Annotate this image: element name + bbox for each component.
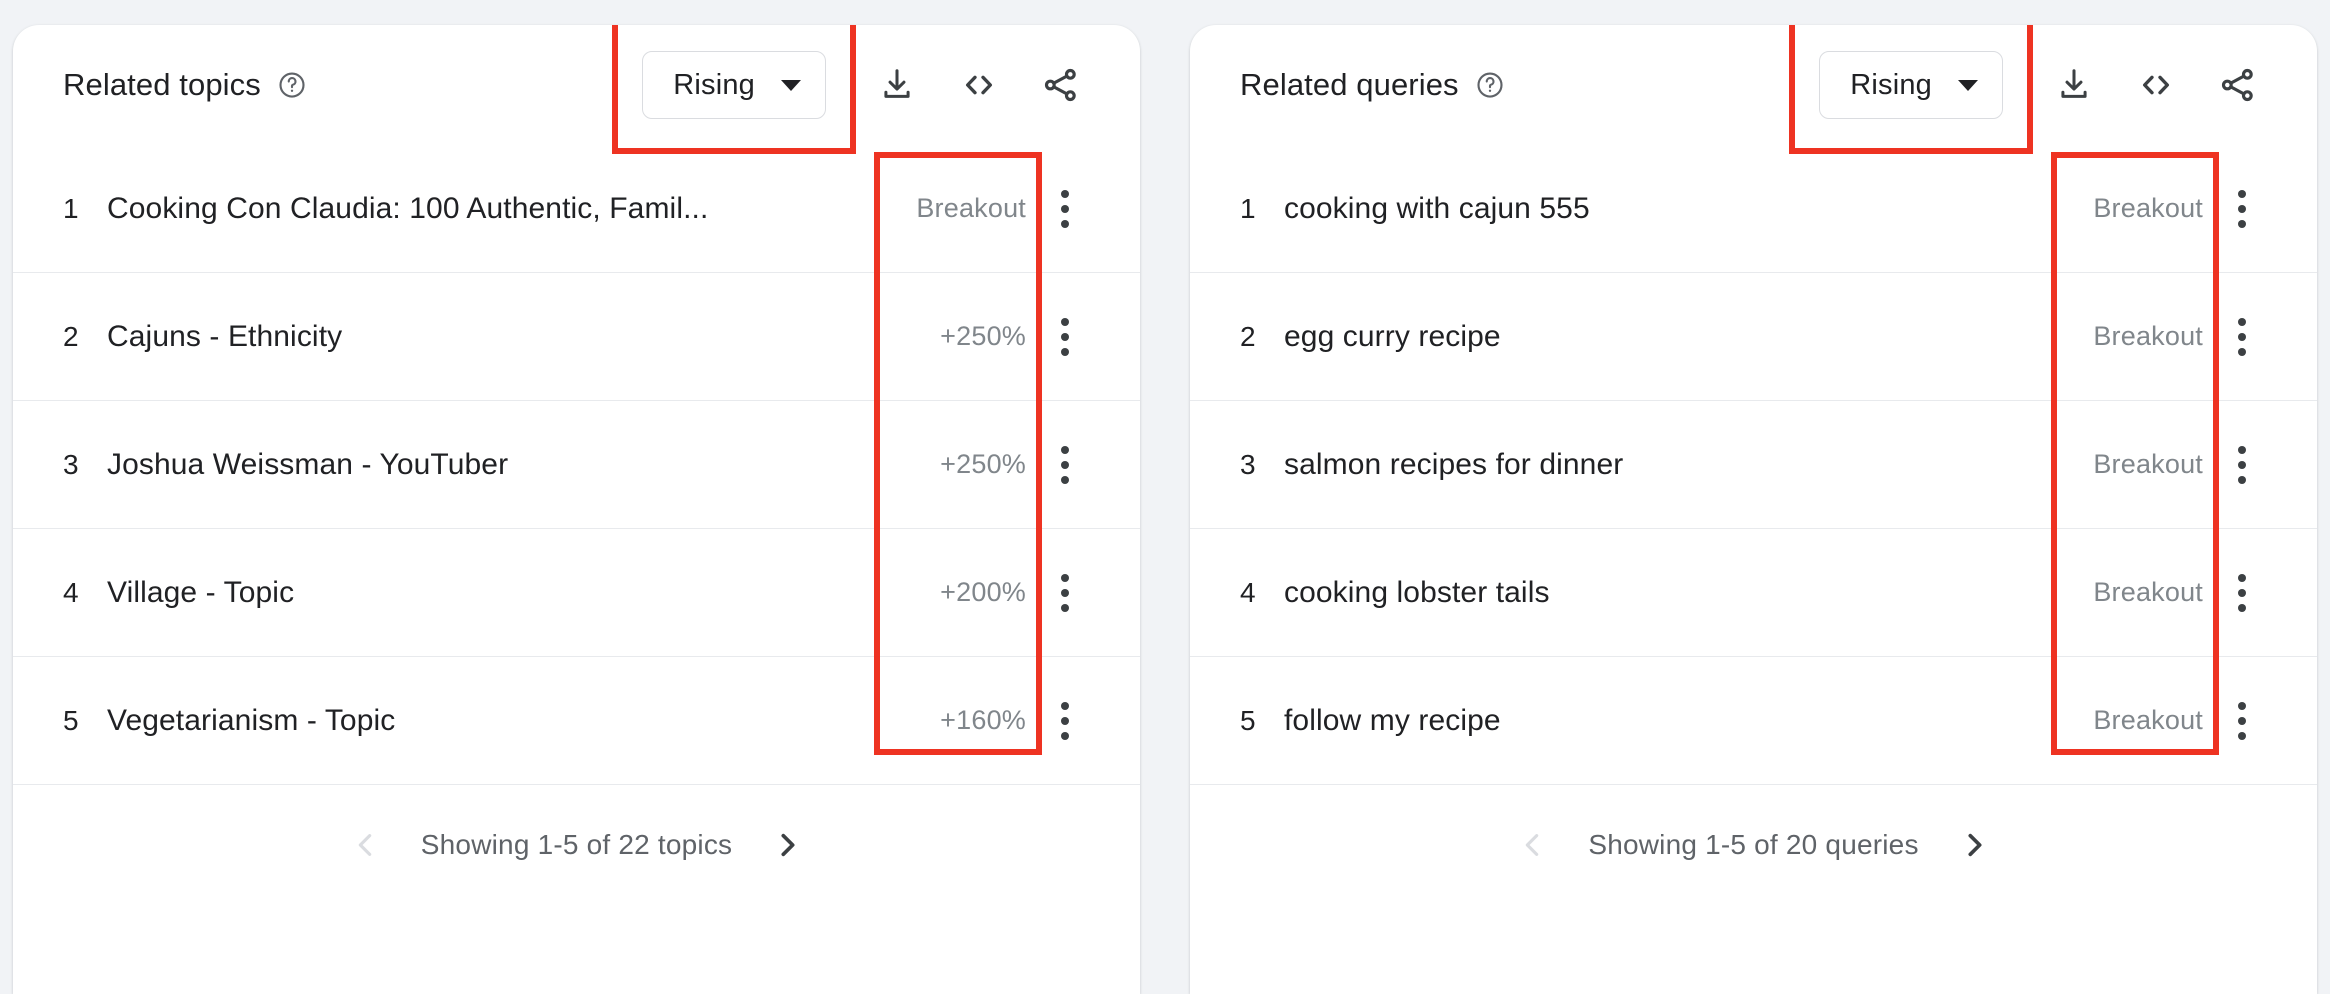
- more-vert-icon[interactable]: [1042, 189, 1088, 228]
- trends-related-panels: Related topics Rising 1 Cooking Con Clau…: [0, 0, 2330, 994]
- row-rank: 4: [63, 576, 79, 608]
- chevron-down-icon: [781, 79, 801, 91]
- share-icon[interactable]: [2211, 58, 2265, 112]
- chevron-right-icon[interactable]: [1953, 824, 1995, 866]
- more-vert-icon[interactable]: [2219, 317, 2265, 356]
- row-value: +250%: [940, 321, 1026, 351]
- row-value: Breakout: [2093, 449, 2203, 479]
- related-queries-card: Related queries Rising 1 cooking with ca…: [1190, 25, 2317, 994]
- row-label: egg curry recipe: [1284, 319, 1501, 353]
- table-row[interactable]: 4 cooking lobster tails Breakout: [1190, 529, 2317, 657]
- row-label: cooking lobster tails: [1284, 575, 1550, 609]
- row-value: +250%: [940, 449, 1026, 479]
- related-topics-card: Related topics Rising 1 Cooking Con Clau…: [13, 25, 1140, 994]
- help-circle-icon[interactable]: [1475, 70, 1505, 100]
- table-row[interactable]: 1 cooking with cajun 555 Breakout: [1190, 145, 2317, 273]
- row-label: Cajuns - Ethnicity: [107, 319, 343, 353]
- row-value: +160%: [940, 705, 1026, 735]
- sort-select[interactable]: Rising: [1819, 51, 2003, 119]
- row-label: cooking with cajun 555: [1284, 191, 1590, 225]
- pagination-label: Showing 1-5 of 22 topics: [420, 829, 733, 860]
- related-queries-header: Related queries Rising: [1190, 25, 2317, 154]
- row-rank: 4: [1240, 576, 1256, 608]
- more-vert-icon[interactable]: [1042, 317, 1088, 356]
- row-rank: 3: [63, 448, 79, 480]
- more-vert-icon[interactable]: [2219, 189, 2265, 228]
- sort-select[interactable]: Rising: [642, 51, 826, 119]
- more-vert-icon[interactable]: [1042, 445, 1088, 484]
- chevron-right-icon[interactable]: [766, 824, 808, 866]
- row-label: salmon recipes for dinner: [1284, 447, 1624, 481]
- sort-select-value: Rising: [1850, 68, 1932, 101]
- more-vert-icon[interactable]: [2219, 573, 2265, 612]
- related-topics-header: Related topics Rising: [13, 25, 1140, 154]
- related-queries-pagination: Showing 1-5 of 20 queries: [1190, 785, 2317, 905]
- row-rank: 1: [63, 192, 79, 224]
- chevron-left-icon[interactable]: [345, 824, 387, 866]
- embed-code-icon[interactable]: [2129, 58, 2183, 112]
- row-rank: 5: [1240, 704, 1256, 736]
- row-value: +200%: [940, 577, 1026, 607]
- download-icon[interactable]: [2047, 58, 2101, 112]
- row-value: Breakout: [2093, 321, 2203, 351]
- table-row[interactable]: 5 Vegetarianism - Topic +160%: [13, 657, 1140, 785]
- row-value: Breakout: [2093, 193, 2203, 223]
- row-label: Cooking Con Claudia: 100 Authentic, Fami…: [107, 191, 709, 225]
- table-row[interactable]: 3 Joshua Weissman - YouTuber +250%: [13, 401, 1140, 529]
- row-rank: 3: [1240, 448, 1256, 480]
- related-queries-list: 1 cooking with cajun 555 Breakout 2 egg …: [1190, 145, 2317, 785]
- row-rank: 2: [63, 320, 79, 352]
- page-title: Related topics: [63, 67, 261, 102]
- table-row[interactable]: 2 egg curry recipe Breakout: [1190, 273, 2317, 401]
- row-value: Breakout: [2093, 577, 2203, 607]
- row-label: follow my recipe: [1284, 703, 1501, 737]
- more-vert-icon[interactable]: [1042, 701, 1088, 740]
- table-row[interactable]: 2 Cajuns - Ethnicity +250%: [13, 273, 1140, 401]
- table-row[interactable]: 5 follow my recipe Breakout: [1190, 657, 2317, 785]
- row-label: Joshua Weissman - YouTuber: [107, 447, 509, 481]
- row-value: Breakout: [2093, 705, 2203, 735]
- more-vert-icon[interactable]: [2219, 701, 2265, 740]
- sort-select-value: Rising: [673, 68, 755, 101]
- row-rank: 5: [63, 704, 79, 736]
- row-rank: 2: [1240, 320, 1256, 352]
- download-icon[interactable]: [870, 58, 924, 112]
- more-vert-icon[interactable]: [1042, 573, 1088, 612]
- row-value: Breakout: [916, 193, 1026, 223]
- table-row[interactable]: 1 Cooking Con Claudia: 100 Authentic, Fa…: [13, 145, 1140, 273]
- page-title: Related queries: [1240, 67, 1459, 102]
- chevron-down-icon: [1958, 79, 1978, 91]
- row-label: Village - Topic: [107, 575, 295, 609]
- more-vert-icon[interactable]: [2219, 445, 2265, 484]
- share-icon[interactable]: [1034, 58, 1088, 112]
- sort-select-wrapper: Rising: [1789, 25, 2033, 154]
- chevron-left-icon[interactable]: [1512, 824, 1554, 866]
- table-row[interactable]: 3 salmon recipes for dinner Breakout: [1190, 401, 2317, 529]
- sort-select-wrapper: Rising: [612, 25, 856, 154]
- related-topics-list: 1 Cooking Con Claudia: 100 Authentic, Fa…: [13, 145, 1140, 785]
- row-label: Vegetarianism - Topic: [107, 703, 396, 737]
- table-row[interactable]: 4 Village - Topic +200%: [13, 529, 1140, 657]
- embed-code-icon[interactable]: [952, 58, 1006, 112]
- pagination-label: Showing 1-5 of 20 queries: [1588, 829, 1919, 860]
- row-rank: 1: [1240, 192, 1256, 224]
- related-topics-pagination: Showing 1-5 of 22 topics: [13, 785, 1140, 905]
- help-circle-icon[interactable]: [277, 70, 307, 100]
